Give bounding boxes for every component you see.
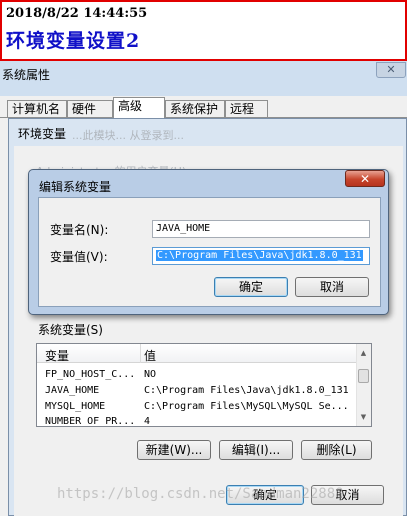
- tab-hardware[interactable]: 硬件: [67, 100, 113, 117]
- column-header-value[interactable]: 值: [144, 347, 156, 364]
- blog-watermark: https://blog.csdn.net/Sandman22888: [57, 486, 344, 502]
- table-row[interactable]: NUMBER_OF_PR... 4: [37, 414, 357, 426]
- environment-variables-title: 环境变量: [18, 127, 67, 141]
- list-header: [37, 344, 357, 363]
- edit-cancel-button[interactable]: 取消: [295, 277, 369, 297]
- delete-variable-button[interactable]: 删除(L): [301, 440, 372, 460]
- column-header-variable[interactable]: 变量: [45, 347, 69, 364]
- edit-dialog-title: 编辑系统变量: [39, 180, 112, 194]
- variable-value: C:\Program Files\Java\jdk1.8.0_131: [144, 385, 349, 396]
- variable-value-selected: C:\Program Files\Java\jdk1.8.0_131: [156, 250, 363, 261]
- variable-value: C:\Program Files\MySQL\MySQL Se...: [144, 401, 349, 412]
- table-row[interactable]: FP_NO_HOST_C... NO: [37, 367, 357, 383]
- column-divider[interactable]: [140, 344, 141, 363]
- banner-timestamp: 2018/8/22 14:44:55: [6, 6, 148, 21]
- close-icon: ✕: [359, 172, 371, 186]
- tab-computer-name[interactable]: 计算机名: [7, 100, 67, 117]
- table-row[interactable]: MYSQL_HOME C:\Program Files\MySQL\MySQL …: [37, 399, 357, 415]
- variable-name-label: 变量名(N):: [50, 223, 109, 237]
- system-properties-close-button[interactable]: ✕: [376, 62, 406, 78]
- variable-value: 4: [144, 416, 151, 426]
- faint-background-text: ...此模块... 从登录到...: [72, 129, 184, 142]
- tab-remote[interactable]: 远程: [225, 100, 268, 117]
- variable-name: MYSQL_HOME: [45, 401, 106, 412]
- system-variables-label: 系统变量(S): [38, 323, 103, 337]
- variable-name-input[interactable]: JAVA_HOME: [152, 220, 370, 238]
- close-icon: ✕: [386, 63, 396, 76]
- new-variable-button[interactable]: 新建(W)...: [137, 440, 211, 460]
- scroll-up-arrow-icon[interactable]: ▲: [358, 349, 369, 357]
- scroll-down-arrow-icon[interactable]: ▼: [358, 413, 369, 421]
- scroll-thumb[interactable]: [358, 369, 369, 383]
- system-properties-title: 系统属性: [2, 68, 51, 82]
- banner-title: 环境变量设置2: [6, 30, 141, 52]
- variable-name: FP_NO_HOST_C...: [45, 369, 136, 380]
- tab-system-protection[interactable]: 系统保护: [165, 100, 225, 117]
- edit-ok-button[interactable]: 确定: [214, 277, 288, 297]
- variable-value: NO: [144, 369, 157, 380]
- edit-variable-button[interactable]: 编辑(I)...: [219, 440, 293, 460]
- table-row[interactable]: JAVA_HOME C:\Program Files\Java\jdk1.8.0…: [37, 383, 357, 399]
- variable-name-value: JAVA_HOME: [156, 223, 211, 234]
- edit-dialog-close-button[interactable]: ✕: [345, 170, 385, 187]
- variable-name: NUMBER_OF_PR...: [45, 416, 136, 426]
- variable-value-label: 变量值(V):: [50, 250, 108, 264]
- variable-name: JAVA_HOME: [45, 385, 100, 396]
- tab-advanced[interactable]: 高级: [113, 97, 165, 118]
- variable-value-input[interactable]: C:\Program Files\Java\jdk1.8.0_131: [152, 247, 370, 265]
